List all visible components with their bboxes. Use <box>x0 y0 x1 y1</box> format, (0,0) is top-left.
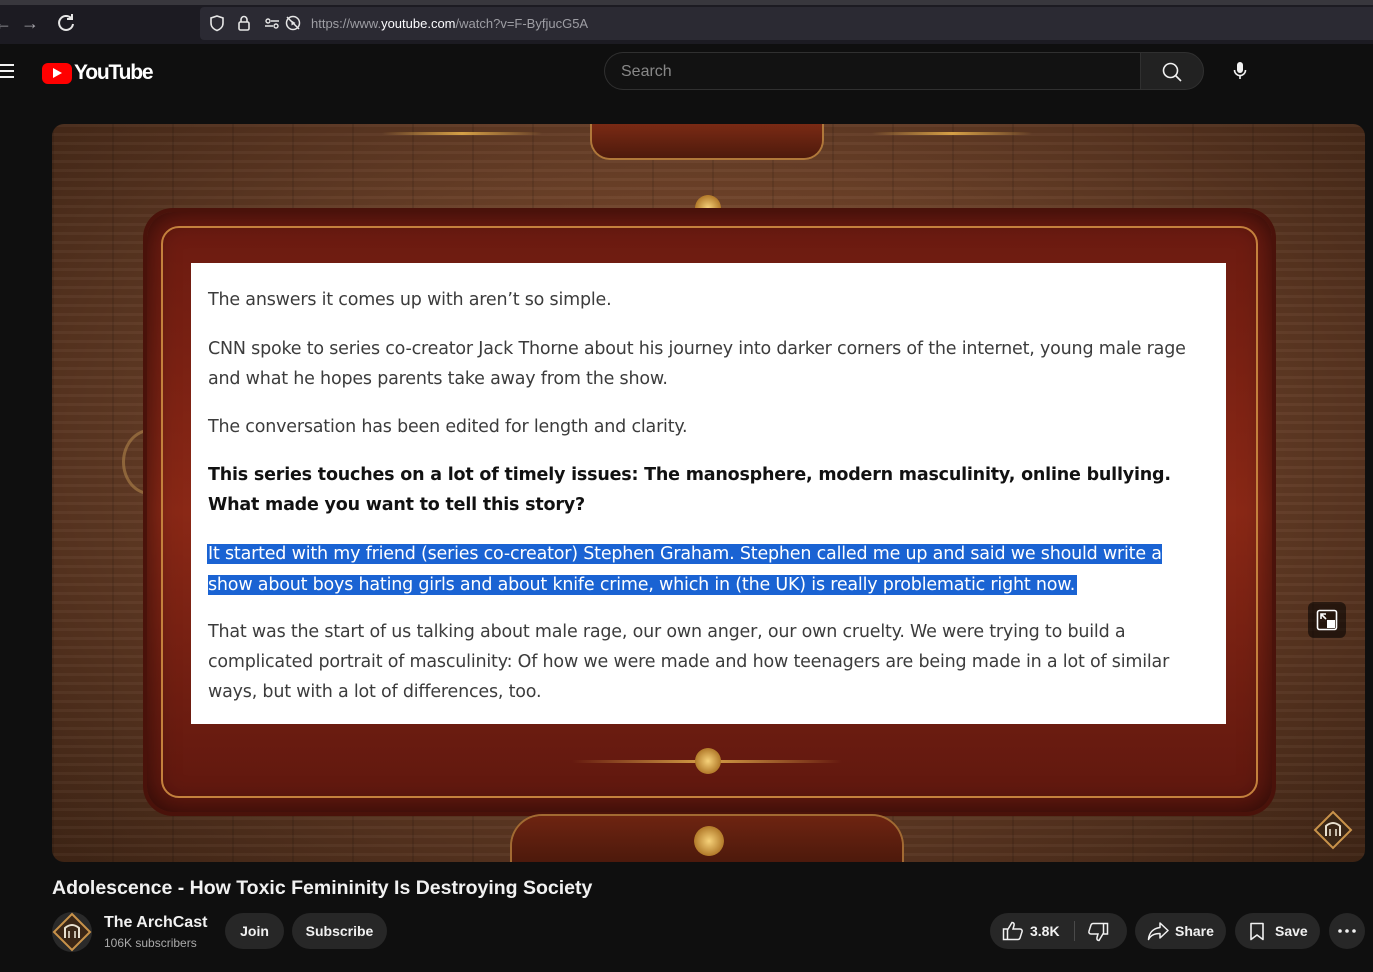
article-paragraph: The answers it comes up with aren’t so s… <box>208 290 612 310</box>
youtube-play-icon <box>42 62 72 84</box>
video-title: Adolescence - How Toxic Femininity Is De… <box>52 877 593 899</box>
subscribe-button[interactable]: Subscribe <box>292 913 387 949</box>
channel-avatar[interactable] <box>52 912 92 952</box>
gold-trim <box>522 208 842 211</box>
highlighted-answer: It started with my friend (series co-cre… <box>208 539 1208 601</box>
lock-icon[interactable] <box>235 14 253 32</box>
bookmark-icon <box>1250 922 1264 941</box>
like-button[interactable]: 3.8K <box>990 913 1074 949</box>
gold-medallion <box>694 826 724 856</box>
like-dislike-group: 3.8K <box>990 913 1127 949</box>
dislike-button[interactable] <box>1075 913 1127 949</box>
gold-trim <box>382 132 542 135</box>
miniplayer-button[interactable] <box>1308 602 1346 638</box>
url-prefix: https://www. <box>311 16 382 31</box>
thumbs-down-icon <box>1088 922 1109 942</box>
search-input[interactable]: Search <box>604 52 1140 90</box>
archcast-logo-icon <box>52 912 92 952</box>
back-icon[interactable]: ← <box>0 12 14 34</box>
save-label: Save <box>1275 923 1308 939</box>
video-player[interactable]: The answers it comes up with aren’t so s… <box>52 124 1365 862</box>
browser-toolbar: ← → https://www.youtube.com/watch?v=F-By… <box>0 0 1373 44</box>
url-text[interactable]: https://www.youtube.com/watch?v=F-Byfjuc… <box>311 16 588 31</box>
permissions-icon[interactable] <box>263 14 281 32</box>
address-bar[interactable]: https://www.youtube.com/watch?v=F-Byfjuc… <box>200 7 1373 40</box>
share-label: Share <box>1175 923 1214 939</box>
search-icon <box>1162 62 1182 82</box>
gold-trim <box>872 132 1032 135</box>
logo-text: YouTube <box>74 61 154 84</box>
youtube-logo[interactable]: YouTube <box>42 61 154 84</box>
url-path: /watch?v=F-ByfjucG5A <box>455 16 589 31</box>
share-icon <box>1147 922 1169 941</box>
search-button[interactable] <box>1140 52 1204 90</box>
article-question: This series touches on a lot of timely i… <box>208 465 1171 515</box>
channel-name[interactable]: The ArchCast <box>104 914 207 932</box>
autoplay-blocked-icon[interactable] <box>284 14 302 32</box>
join-button[interactable]: Join <box>225 913 284 949</box>
search-placeholder: Search <box>621 63 672 80</box>
article-paragraph: That was the start of us talking about m… <box>208 622 1170 702</box>
voice-search-button[interactable] <box>1222 53 1258 89</box>
channel-watermark[interactable] <box>1313 810 1353 850</box>
forward-icon[interactable]: → <box>19 12 41 34</box>
article-paragraph: CNN spoke to series co-creator Jack Thor… <box>208 339 1186 389</box>
article-paragraph: The conversation has been edited for len… <box>208 417 688 437</box>
more-horizontal-icon <box>1338 929 1356 933</box>
youtube-masthead: YouTube Search <box>0 44 1373 100</box>
article-screenshot: The answers it comes up with aren’t so s… <box>191 263 1226 724</box>
gold-ornament <box>695 748 721 774</box>
microphone-icon <box>1233 62 1247 79</box>
share-button[interactable]: Share <box>1135 913 1226 949</box>
subscriber-count: 106K subscribers <box>104 936 197 950</box>
highlighted-text: It started with my friend (series co-cre… <box>208 544 1162 595</box>
save-button[interactable]: Save <box>1235 913 1320 949</box>
frame-top-plate <box>592 124 822 158</box>
url-domain: youtube.com <box>381 16 456 31</box>
shield-icon[interactable] <box>208 14 226 32</box>
thumbs-up-icon <box>1002 921 1023 941</box>
more-actions-button[interactable] <box>1329 913 1365 949</box>
reload-icon[interactable] <box>55 12 77 34</box>
like-count: 3.8K <box>1030 923 1060 939</box>
tab-strip-edge <box>0 0 1373 5</box>
miniplayer-icon <box>1316 609 1338 631</box>
menu-icon[interactable] <box>0 64 14 78</box>
archcast-logo-icon <box>1313 810 1353 850</box>
